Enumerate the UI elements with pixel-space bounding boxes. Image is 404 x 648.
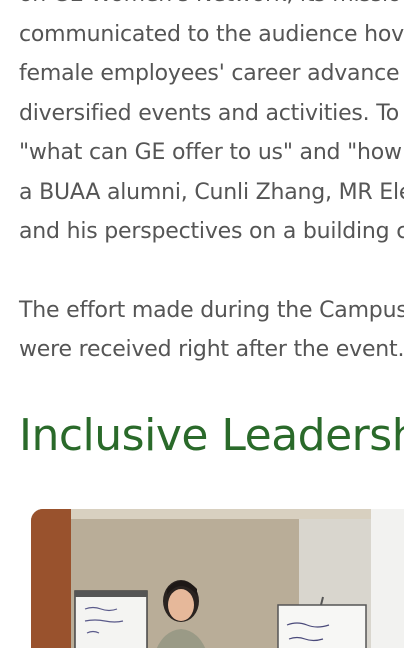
text-line: a BUAA alumni, Cunli Zhang, MR Ele: [19, 179, 404, 205]
section-heading-inclusive-leadership: Inclusive Leadersh: [19, 409, 404, 461]
presentation-photo: [31, 509, 404, 648]
article-body: on GE Women's Network, its missio commun…: [19, 0, 404, 462]
paragraph-campus-event: on GE Women's Network, its missio commun…: [19, 0, 404, 252]
text-line: and his perspectives on a building c: [19, 219, 404, 244]
text-line: on GE Women's Network, its missio: [19, 0, 404, 15]
text-line: were received right after the event.: [19, 337, 404, 362]
text-line: The effort made during the Campus: [19, 297, 404, 323]
paragraph-campus-effort: The effort made during the Campus were r…: [19, 291, 404, 370]
text-line: diversified events and activities. To: [19, 100, 400, 126]
text-line: "what can GE offer to us" and "how: [19, 140, 402, 165]
text-line: communicated to the audience hov: [19, 21, 404, 47]
text-line: female employees' career advance: [19, 61, 400, 86]
